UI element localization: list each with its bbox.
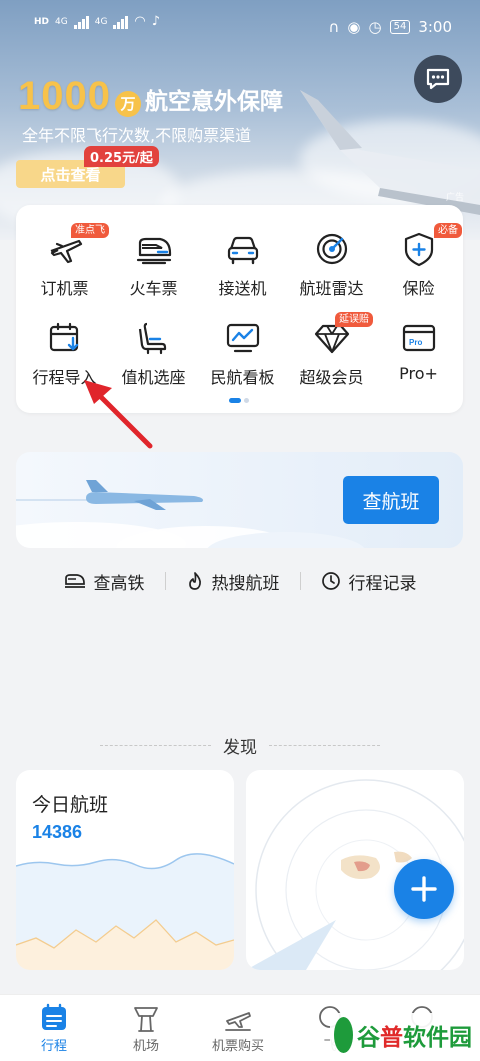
svg-text:Pro: Pro: [409, 338, 422, 347]
watermark-logo-icon: [334, 1017, 353, 1053]
alarm-icon: ◷: [368, 18, 382, 36]
customer-service-button[interactable]: [414, 55, 462, 103]
quick-links: 查高铁 热搜航班 行程记录: [0, 566, 480, 596]
dashboard-icon: [226, 323, 259, 353]
status-bar: HD 4G 4G ◠ ♪ ∩ ◉ ◷ 54 3:00: [0, 0, 480, 54]
service-label: 值机选座: [121, 368, 186, 387]
quick-link-label: 热搜航班: [211, 573, 280, 594]
dashed-divider: [100, 744, 211, 746]
service-label: 接送机: [218, 279, 267, 298]
plane-takeoff-icon: [225, 1012, 251, 1031]
discover-heading: 发现: [100, 733, 380, 758]
watermark-char-3: 软件园: [403, 1025, 472, 1051]
ad-headline: 1000 万 航空意外保障: [18, 74, 283, 119]
service-airport-transfer[interactable]: 接送机: [198, 229, 287, 299]
tower-icon: [134, 1007, 158, 1032]
ad-label: 广告: [445, 193, 464, 203]
ad-title-rest: 航空意外保障: [144, 89, 283, 115]
service-label: 火车票: [129, 279, 178, 298]
hd-indicator: HD: [34, 16, 50, 27]
calendar-import-icon: [49, 322, 78, 352]
network-type-2: 4G: [94, 16, 108, 27]
chat-bubble-icon: [426, 68, 450, 90]
clock-time: 3:00: [418, 18, 452, 36]
train-icon: [64, 574, 85, 588]
service-label: 航班雷达: [299, 279, 364, 298]
service-super-member[interactable]: 超级会员 延误赔: [287, 312, 376, 388]
ad-subtitle: 全年不限飞行次数,不限购票渠道: [22, 126, 252, 145]
tab-label: 机票购买: [211, 1039, 264, 1054]
radar-icon: [316, 233, 347, 265]
seat-icon: [138, 322, 166, 355]
battery-icon: 54: [389, 20, 411, 34]
plus-icon: [411, 876, 437, 902]
watermark-char-1: 谷: [357, 1025, 380, 1051]
clock-icon: [321, 572, 340, 590]
discover-title: 发现: [223, 737, 257, 758]
headphones-icon: ∩: [328, 18, 340, 36]
tab-label: 机场: [132, 1039, 159, 1054]
shield-icon: [404, 232, 433, 267]
quick-link-train[interactable]: 查高铁: [44, 569, 165, 594]
tab-buy-tickets[interactable]: 机票购买: [190, 1003, 286, 1054]
calendar-list-icon: [42, 1003, 66, 1030]
quick-link-trip-history[interactable]: 行程记录: [301, 569, 437, 594]
flight-trend-illustration: [16, 853, 234, 970]
service-label: Pro+: [399, 364, 438, 383]
service-itinerary-import[interactable]: 行程导入: [20, 318, 109, 388]
watermark: 谷普软件园: [330, 1013, 472, 1057]
service-insurance[interactable]: 保险 必备: [374, 223, 463, 299]
dashed-divider: [269, 744, 380, 746]
service-check-in-seat[interactable]: 值机选座: [109, 318, 198, 388]
service-train-ticket[interactable]: 火车票: [109, 229, 198, 299]
tab-itinerary[interactable]: 行程: [6, 1003, 102, 1054]
car-icon: [227, 236, 258, 265]
services-card: 订机票 准点飞 火车票 接送机 航班雷达 保险 必备 行程导入 值机选座 民航看…: [16, 205, 463, 413]
ad-amount: 1000: [18, 74, 111, 118]
ad-price-badge: 0.25元/起: [84, 146, 159, 167]
badge-on-time: 准点飞: [71, 223, 109, 238]
eye-icon: ◉: [347, 18, 361, 36]
search-flight-card: 查航班: [16, 452, 463, 548]
ad-unit: 万: [114, 90, 141, 117]
quick-link-label: 查高铁: [93, 573, 145, 594]
badge-essential: 必备: [434, 223, 462, 238]
train-icon: [136, 237, 171, 265]
page-indicator: [229, 398, 249, 403]
add-trip-fab[interactable]: [394, 859, 454, 919]
watermark-char-2: 普: [380, 1025, 403, 1051]
service-label: 订机票: [40, 279, 89, 298]
search-flight-button[interactable]: 查航班: [343, 476, 439, 524]
today-flights-card[interactable]: 今日航班 14386: [16, 770, 234, 970]
service-flight-radar[interactable]: 航班雷达: [287, 229, 376, 299]
music-icon: ♪: [151, 14, 161, 29]
signal-icon-2: [113, 15, 129, 29]
service-label: 保险: [402, 279, 435, 298]
tab-airport[interactable]: 机场: [98, 1003, 194, 1054]
service-pro-plus[interactable]: Pro Pro+: [374, 318, 463, 383]
service-aviation-dashboard[interactable]: 民航看板: [198, 318, 287, 388]
badge-delay-compensation: 延误赔: [335, 312, 373, 327]
pro-card-icon: Pro: [402, 324, 435, 352]
service-label: 行程导入: [32, 368, 97, 387]
watermark-text: 谷普软件园: [357, 1018, 472, 1052]
network-type: 4G: [55, 16, 68, 27]
tab-label: 行程: [40, 1039, 67, 1054]
quick-link-label: 行程记录: [348, 573, 417, 594]
signal-icon: [73, 15, 89, 29]
quick-link-hot-flights[interactable]: 热搜航班: [166, 569, 300, 594]
fire-icon: [188, 572, 201, 590]
service-book-flight[interactable]: 订机票 准点飞: [20, 223, 109, 299]
service-label: 超级会员: [299, 368, 364, 387]
service-label: 民航看板: [210, 368, 275, 387]
wifi-icon: ◠: [134, 14, 146, 29]
